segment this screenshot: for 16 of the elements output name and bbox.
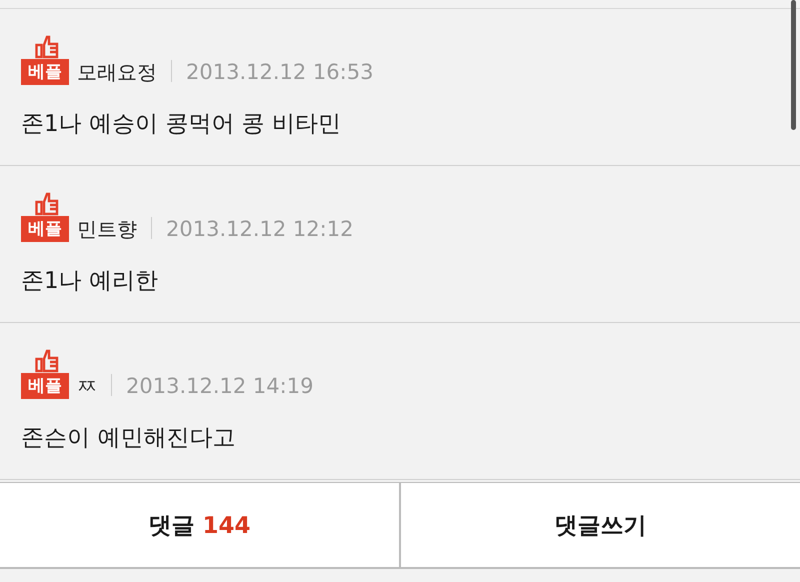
thumbs-up-icon <box>35 349 61 373</box>
best-comment-badge: 베플 <box>21 216 69 242</box>
best-comment-badge: 베플 <box>21 373 69 399</box>
comment-author: 모래요정 <box>77 59 157 85</box>
scrollbar[interactable] <box>791 0 796 130</box>
comment-text: 존1나 예리한 <box>21 267 159 296</box>
comment-date: 2013.12.12 16:53 <box>186 59 374 85</box>
best-comment-badge: 베플 <box>21 59 69 85</box>
comment-author: ㅉ <box>77 373 97 399</box>
comment-date: 2013.12.12 14:19 <box>126 373 314 399</box>
comment-author: 민트향 <box>77 216 137 242</box>
comment-text: 존슨이 예민해진다고 <box>21 424 236 453</box>
comment-date: 2013.12.12 12:12 <box>166 216 354 242</box>
thumbs-up-icon <box>35 192 61 216</box>
comment-text: 존1나 예승이 콩먹어 콩 비타민 <box>21 110 342 139</box>
thumbs-up-icon <box>35 35 61 59</box>
